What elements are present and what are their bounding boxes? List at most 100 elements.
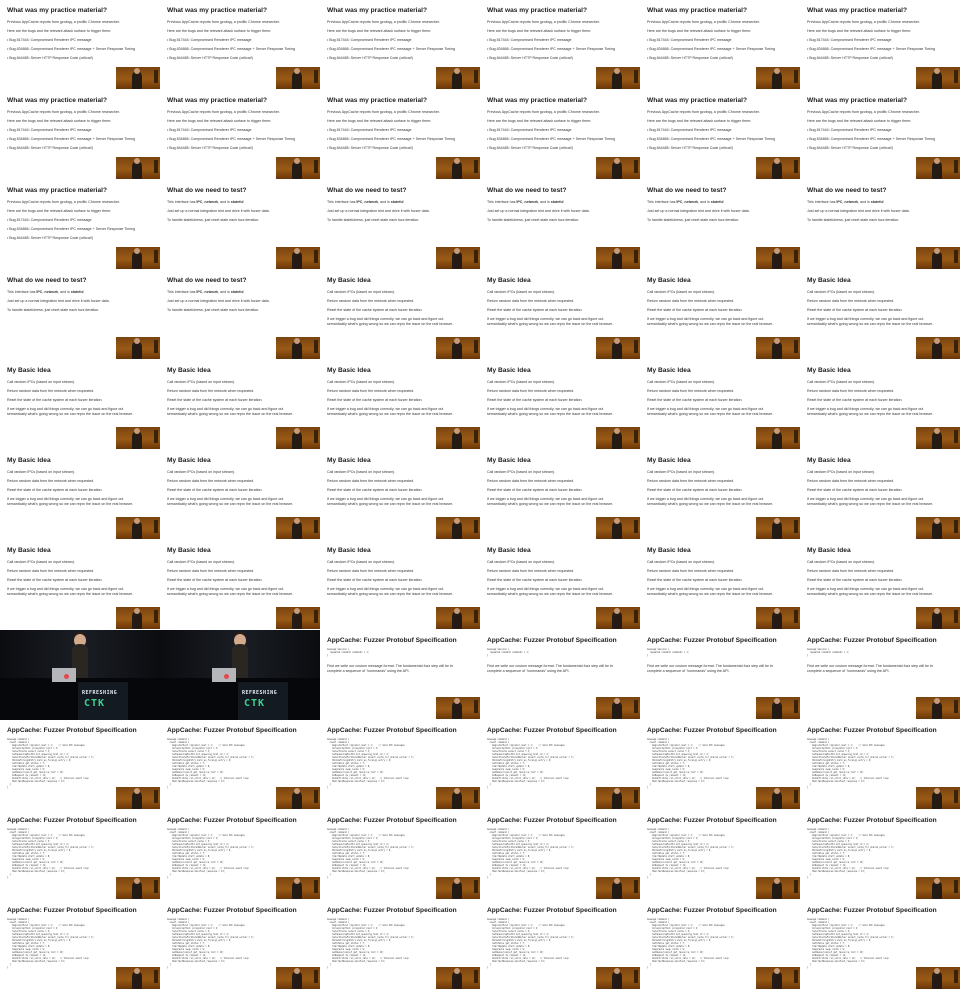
slide-thumbnail[interactable]: What do we need to test? This interface h… (0, 270, 160, 360)
slide-title: What was my practice material? (167, 97, 268, 104)
slide-thumbnail[interactable]: AppCache: Fuzzer Protobuf Specification m… (480, 810, 640, 900)
camera-panel (954, 700, 958, 713)
slide-thumbnail[interactable]: My Basic Idea Call random IPCs (based on … (0, 540, 160, 630)
slide-text: If we trigger a bug and did things corre… (167, 497, 284, 501)
slide-thumbnail[interactable]: AppCache: Fuzzer Protobuf Specification m… (160, 810, 320, 900)
slide-title: What was my practice material? (7, 97, 108, 104)
slide-thumbnail[interactable]: What was my practice material? Previous A… (480, 0, 640, 90)
slide-text: Return random data from the network when… (647, 479, 735, 483)
slide-thumbnail[interactable]: AppCache: Fuzzer Protobuf Specification m… (800, 900, 960, 990)
camera-head (134, 338, 140, 344)
slide-thumbnail[interactable]: AppCache: Fuzzer Protobuf Specification m… (640, 630, 800, 720)
slide-thumbnail[interactable]: REFRESHING CTK (160, 630, 320, 720)
slide-thumbnail[interactable]: What was my practice material? Previous A… (640, 0, 800, 90)
camera-head (934, 248, 940, 254)
camera-head (134, 968, 140, 974)
slide-thumbnail[interactable]: My Basic Idea Call random IPCs (based on … (480, 540, 640, 630)
slide-thumbnail[interactable]: My Basic Idea Call random IPCs (based on … (160, 360, 320, 450)
slide-text: Previous AppCache reports from gzobqq, a… (167, 110, 280, 114)
slide-thumbnail[interactable]: What do we need to test? This interface h… (640, 180, 800, 270)
slide-thumbnail[interactable]: What was my practice material? Previous A… (160, 0, 320, 90)
slide-thumbnail[interactable]: My Basic Idea Call random IPCs (based on … (320, 270, 480, 360)
slide-text: This interface has IPC, network, and is … (327, 200, 404, 204)
emphasis-text: stateful (710, 200, 724, 204)
slide-thumbnail[interactable]: What do we need to test? This interface h… (800, 180, 960, 270)
code-block: message Command { oneof command { Regist… (167, 918, 254, 969)
slide-thumbnail[interactable]: My Basic Idea Call random IPCs (based on … (800, 540, 960, 630)
camera-panel (794, 610, 798, 623)
slide-thumbnail[interactable]: AppCache: Fuzzer Protobuf Specification m… (320, 810, 480, 900)
slide-thumbnail[interactable]: What was my practice material? Previous A… (800, 0, 960, 90)
text-span: This interface has (487, 200, 517, 204)
slide-thumbnail[interactable]: AppCache: Fuzzer Protobuf Specification m… (480, 720, 640, 810)
slide-thumbnail[interactable]: AppCache: Fuzzer Protobuf Specification m… (800, 630, 960, 720)
camera-panel (474, 700, 478, 713)
slide-thumbnail[interactable]: My Basic Idea Call random IPCs (based on … (480, 360, 640, 450)
stage-logo (64, 674, 69, 679)
slide-thumbnail[interactable]: AppCache: Fuzzer Protobuf Specification m… (160, 720, 320, 810)
slide-thumbnail[interactable]: My Basic Idea Call random IPCs (based on … (640, 270, 800, 360)
slide-thumbnail[interactable]: What was my practice material? Previous A… (320, 90, 480, 180)
slide-thumbnail[interactable]: My Basic Idea Call random IPCs (based on … (480, 270, 640, 360)
slide-thumbnail[interactable]: AppCache: Fuzzer Protobuf Specification m… (640, 720, 800, 810)
slide-thumbnail[interactable]: My Basic Idea Call random IPCs (based on … (320, 540, 480, 630)
slide-thumbnail[interactable]: AppCache: Fuzzer Protobuf Specification m… (320, 630, 480, 720)
slide-text: semantically what's going wrong so we ca… (327, 502, 453, 506)
slide-thumbnail[interactable]: My Basic Idea Call random IPCs (based on … (800, 270, 960, 360)
slide-thumbnail[interactable]: What was my practice material? Previous A… (640, 90, 800, 180)
slide-thumbnail[interactable]: My Basic Idea Call random IPCs (based on … (800, 360, 960, 450)
speaker-camera-inset (276, 787, 320, 809)
slide-thumbnail[interactable]: AppCache: Fuzzer Protobuf Specification m… (320, 720, 480, 810)
slide-thumbnail[interactable]: What was my practice material? Previous A… (800, 90, 960, 180)
slide-text: • Bug 817444: Compromised Renderer IPC m… (647, 128, 732, 132)
slide-thumbnail[interactable]: What was my practice material? Previous A… (0, 90, 160, 180)
slide-thumbnail[interactable]: My Basic Idea Call random IPCs (based on … (160, 450, 320, 540)
camera-head (454, 968, 460, 974)
slide-text: Return random data from the network when… (487, 479, 575, 483)
slide-thumbnail[interactable]: My Basic Idea Call random IPCs (based on … (640, 360, 800, 450)
slide-thumbnail[interactable]: What do we need to test? This interface h… (480, 180, 640, 270)
slide-thumbnail[interactable]: What do we need to test? This interface h… (320, 180, 480, 270)
slide-thumbnail[interactable]: AppCache: Fuzzer Protobuf Specification m… (800, 810, 960, 900)
slide-thumbnail[interactable]: My Basic Idea Call random IPCs (based on … (640, 540, 800, 630)
slide-text: If we trigger a bug and did things corre… (7, 407, 124, 411)
slide-thumbnail[interactable]: What do we need to test? This interface h… (160, 180, 320, 270)
camera-panel (954, 430, 958, 443)
slide-thumbnail[interactable]: What was my practice material? Previous A… (160, 90, 320, 180)
slide-thumbnail[interactable]: REFRESHING CTK (0, 630, 160, 720)
speaker-camera-inset (596, 607, 640, 629)
slide-thumbnail[interactable]: AppCache: Fuzzer Protobuf Specification m… (480, 900, 640, 990)
slide-title: What do we need to test? (647, 187, 727, 194)
slide-thumbnail[interactable]: What was my practice material? Previous A… (480, 90, 640, 180)
slide-thumbnail[interactable]: My Basic Idea Call random IPCs (based on … (0, 360, 160, 450)
slide-thumbnail[interactable]: My Basic Idea Call random IPCs (based on … (480, 450, 640, 540)
slide-text: • Bug 844485: Server HTTP Response Code … (647, 146, 733, 150)
slide-thumbnail[interactable]: AppCache: Fuzzer Protobuf Specification m… (480, 630, 640, 720)
slide-thumbnail[interactable]: What was my practice material? Previous A… (320, 0, 480, 90)
speaker-camera-inset (916, 157, 960, 179)
slide-thumbnail[interactable]: My Basic Idea Call random IPCs (based on … (320, 360, 480, 450)
slide-thumbnail[interactable]: AppCache: Fuzzer Protobuf Specification m… (0, 720, 160, 810)
slide-thumbnail[interactable]: AppCache: Fuzzer Protobuf Specification m… (800, 720, 960, 810)
slide-thumbnail[interactable]: AppCache: Fuzzer Protobuf Specification m… (640, 810, 800, 900)
slide-thumbnail[interactable]: What was my practice material? Previous A… (0, 180, 160, 270)
slide-thumbnail[interactable]: My Basic Idea Call random IPCs (based on … (0, 450, 160, 540)
slide-thumbnail[interactable]: My Basic Idea Call random IPCs (based on … (800, 450, 960, 540)
podium-sign-top: REFRESHING (242, 690, 278, 696)
slide-thumbnail[interactable]: My Basic Idea Call random IPCs (based on … (320, 450, 480, 540)
slide-thumbnail[interactable]: AppCache: Fuzzer Protobuf Specification m… (640, 900, 800, 990)
camera-head (454, 68, 460, 74)
slide-thumbnail[interactable]: What was my practice material? Previous A… (0, 0, 160, 90)
camera-panel (474, 160, 478, 173)
speaker-camera-inset (756, 157, 800, 179)
text-span: , and is (218, 290, 231, 294)
slide-text: Call random IPCs (based on input stream)… (487, 470, 556, 474)
slide-thumbnail[interactable]: AppCache: Fuzzer Protobuf Specification m… (0, 810, 160, 900)
slide-thumbnail[interactable]: What do we need to test? This interface h… (160, 270, 320, 360)
slide-thumbnail[interactable]: My Basic Idea Call random IPCs (based on … (160, 540, 320, 630)
slide-thumbnail[interactable]: AppCache: Fuzzer Protobuf Specification m… (0, 900, 160, 990)
slide-thumbnail[interactable]: AppCache: Fuzzer Protobuf Specification m… (320, 900, 480, 990)
slide-thumbnail[interactable]: My Basic Idea Call random IPCs (based on … (640, 450, 800, 540)
slide-thumbnail[interactable]: AppCache: Fuzzer Protobuf Specification m… (160, 900, 320, 990)
camera-panel (634, 790, 638, 803)
